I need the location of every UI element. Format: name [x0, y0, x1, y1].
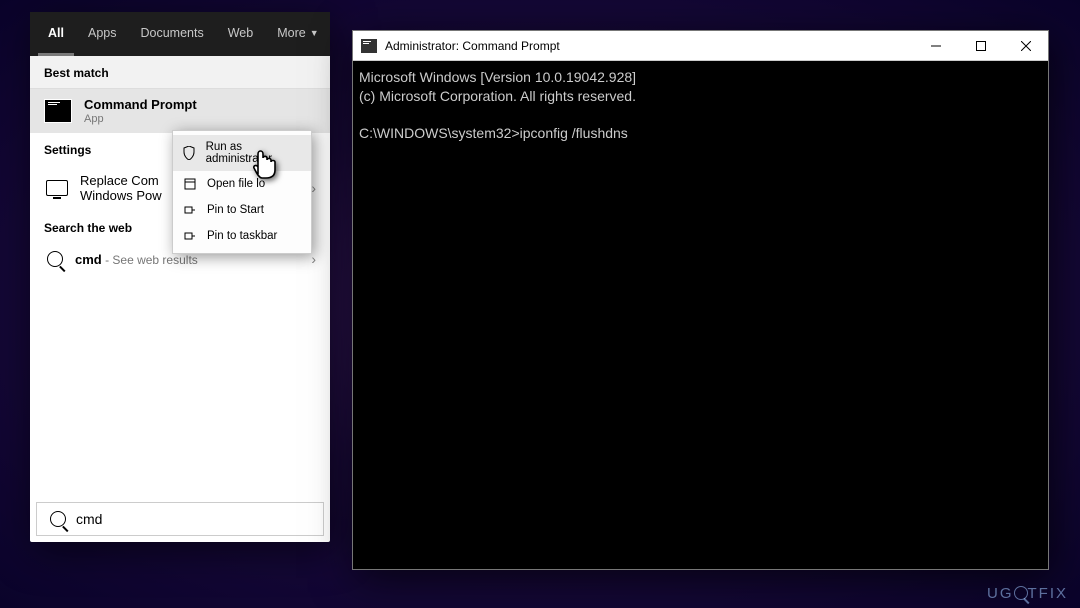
command-prompt-icon	[44, 99, 72, 123]
search-tabs: All Apps Documents Web More▼	[30, 12, 330, 56]
close-button[interactable]	[1003, 31, 1048, 61]
pin-icon	[183, 203, 197, 217]
minimize-button[interactable]	[913, 31, 958, 61]
maximize-button[interactable]	[958, 31, 1003, 61]
titlebar[interactable]: Administrator: Command Prompt	[353, 31, 1048, 61]
search-icon	[47, 251, 63, 267]
monitor-icon	[46, 180, 68, 196]
result-subtitle: App	[84, 113, 316, 125]
tab-more[interactable]: More▼	[267, 12, 328, 56]
section-best-match: Best match	[30, 56, 330, 89]
watermark: UGTFIX	[987, 584, 1068, 602]
tab-apps[interactable]: Apps	[78, 12, 127, 56]
ctx-label: Pin to Start	[207, 204, 264, 216]
web-hint: - See web results	[102, 253, 198, 267]
command-prompt-window: Administrator: Command Prompt Microsoft …	[352, 30, 1049, 570]
context-menu: Run as administrator Open file lo Pin to…	[172, 130, 312, 254]
chevron-down-icon: ▼	[310, 28, 319, 38]
folder-icon	[183, 177, 197, 191]
cmd-icon	[361, 39, 377, 53]
chevron-right-icon: ›	[311, 180, 316, 196]
chevron-right-icon: ›	[311, 251, 316, 267]
magnifier-e-icon	[1014, 586, 1028, 600]
search-icon	[50, 511, 66, 527]
search-results: Best match Command Prompt App Settings R…	[30, 56, 330, 496]
ctx-pin-to-start[interactable]: Pin to Start	[173, 197, 311, 223]
pin-taskbar-icon	[183, 229, 197, 243]
result-title: Command Prompt	[84, 97, 316, 112]
search-bar[interactable]	[36, 502, 324, 536]
search-input[interactable]	[76, 511, 313, 527]
ctx-label: Pin to taskbar	[207, 230, 277, 242]
ctx-open-file-location[interactable]: Open file lo	[173, 171, 311, 197]
ctx-pin-to-taskbar[interactable]: Pin to taskbar	[173, 223, 311, 249]
tab-documents[interactable]: Documents	[130, 12, 213, 56]
start-search-panel: All Apps Documents Web More▼ Best match …	[30, 12, 330, 542]
web-query: cmd	[75, 252, 102, 267]
tab-all[interactable]: All	[38, 12, 74, 56]
result-command-prompt[interactable]: Command Prompt App	[30, 89, 330, 133]
shield-icon	[183, 146, 196, 160]
terminal-output[interactable]: Microsoft Windows [Version 10.0.19042.92…	[353, 61, 1048, 569]
ctx-run-as-administrator[interactable]: Run as administrator	[173, 135, 311, 171]
window-title: Administrator: Command Prompt	[385, 39, 913, 53]
cursor-pointer-icon	[250, 144, 280, 180]
tab-web[interactable]: Web	[218, 12, 263, 56]
